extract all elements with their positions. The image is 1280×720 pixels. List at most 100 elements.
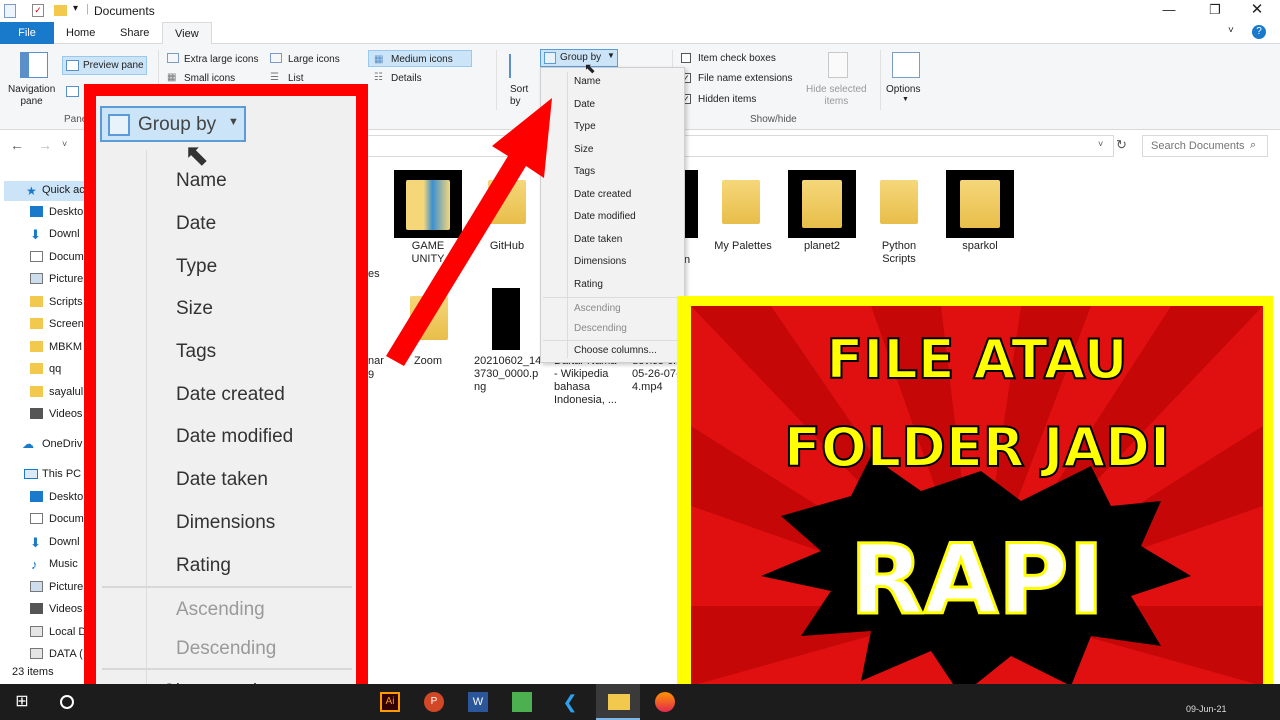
documents-icon: [30, 251, 43, 262]
options-button[interactable]: Options: [886, 84, 920, 95]
search-taskbar-icon[interactable]: [44, 684, 88, 720]
tab-home[interactable]: Home: [54, 22, 107, 44]
sidebar-item-pictures[interactable]: Picture: [49, 273, 83, 285]
file-item-thumbnail[interactable]: [946, 170, 1014, 238]
zoomed-menu-item-rating[interactable]: Rating: [176, 555, 231, 577]
quick-access-dropdown-icon[interactable]: ▾: [73, 3, 78, 14]
hide-selected-items-button[interactable]: Hide selected items: [806, 84, 867, 108]
menu-item-date[interactable]: Date: [574, 99, 595, 110]
sidebar-item-downloads[interactable]: Downl: [49, 228, 80, 240]
menu-item-tags[interactable]: Tags: [574, 166, 595, 177]
file-item-thumbnail[interactable]: [684, 170, 698, 238]
sort-by-icon: [509, 54, 531, 78]
sidebar-item-documents[interactable]: Docum: [49, 251, 84, 263]
folder-icon[interactable]: [722, 180, 760, 224]
zoomed-menu-item-date-modified[interactable]: Date modified: [176, 426, 293, 448]
ribbon-collapse-icon[interactable]: ˅: [1228, 25, 1234, 36]
zoomed-menu-item-date-taken[interactable]: Date taken: [176, 469, 268, 491]
help-icon[interactable]: ?: [1252, 25, 1266, 39]
pictures-icon: [30, 581, 43, 592]
zoomed-menu-item-tags[interactable]: Tags: [176, 341, 216, 363]
sublime-icon[interactable]: [500, 684, 544, 720]
list-option[interactable]: List: [288, 73, 304, 84]
menu-item-dimensions[interactable]: Dimensions: [574, 256, 626, 267]
zoomed-menu-item-descending[interactable]: Descending: [176, 638, 276, 660]
menu-item-size[interactable]: Size: [574, 144, 593, 155]
group-by-chevron-icon: ▼: [607, 51, 615, 60]
file-item-thumbnail[interactable]: [788, 170, 856, 238]
menu-item-date-taken[interactable]: Date taken: [574, 234, 622, 245]
zoomed-menu-item-dimensions[interactable]: Dimensions: [176, 512, 275, 534]
sidebar-item-screenshots[interactable]: Screen: [49, 318, 84, 330]
tab-share[interactable]: Share: [108, 22, 161, 44]
navigation-pane-button[interactable]: Navigation pane: [8, 84, 55, 108]
address-dropdown-icon[interactable]: ˅: [1098, 139, 1103, 149]
new-folder-icon[interactable]: [54, 5, 67, 16]
pictures-icon: [30, 273, 43, 284]
small-icons-option[interactable]: Small icons: [184, 73, 235, 84]
menu-item-rating[interactable]: Rating: [574, 279, 603, 290]
menu-item-date-created[interactable]: Date created: [574, 189, 631, 200]
sidebar-item-music[interactable]: Music: [49, 558, 78, 570]
recent-locations-icon[interactable]: ˅: [62, 139, 67, 149]
maximize-button[interactable]: ❐: [1192, 0, 1238, 22]
menu-item-descending[interactable]: Descending: [574, 323, 627, 334]
sidebar-item-pc-videos[interactable]: Videos: [49, 603, 82, 615]
firefox-icon[interactable]: [642, 684, 686, 720]
details-pane-icon[interactable]: [66, 86, 79, 97]
sidebar-item-desktop[interactable]: Deskto: [49, 206, 83, 218]
sidebar-item-pc-documents[interactable]: Docum: [49, 513, 84, 525]
download-icon: ⬇: [30, 535, 41, 550]
forward-icon[interactable]: →: [38, 137, 52, 153]
zoomed-menu-item-date-created[interactable]: Date created: [176, 384, 285, 406]
status-item-count: 23 items: [12, 666, 54, 678]
sidebar-item-data-drive[interactable]: DATA (: [49, 648, 83, 660]
sidebar-item-quick-access[interactable]: Quick ac: [42, 184, 85, 196]
file-explorer-taskbar-icon[interactable]: [596, 684, 640, 720]
sidebar-item-pc-desktop[interactable]: Deskto: [49, 491, 83, 503]
zoomed-menu-item-date[interactable]: Date: [176, 213, 216, 235]
folder-icon[interactable]: [880, 180, 918, 224]
menu-item-date-modified[interactable]: Date modified: [574, 211, 636, 222]
sidebar-item-videos[interactable]: Videos: [49, 408, 82, 420]
menu-item-type[interactable]: Type: [574, 121, 596, 132]
menu-item-ascending[interactable]: Ascending: [574, 303, 621, 314]
menu-item-choose-columns[interactable]: Choose columns...: [574, 345, 657, 356]
explorer-icon: [4, 4, 16, 18]
zoomed-menu-item-ascending[interactable]: Ascending: [176, 599, 265, 621]
sidebar-item-onedrive[interactable]: OneDriv: [42, 438, 82, 450]
tab-file[interactable]: File: [0, 22, 54, 44]
file-item-label: 9: [368, 369, 375, 381]
vscode-icon[interactable]: ❮: [548, 684, 592, 720]
navigation-pane-icon[interactable]: [20, 52, 48, 78]
medium-icons-option[interactable]: Medium icons: [391, 54, 453, 65]
menu-item-name[interactable]: Name: [574, 76, 601, 87]
illustrator-icon[interactable]: Ai: [368, 684, 412, 720]
sidebar-item-sayalul[interactable]: sayalul: [49, 386, 83, 398]
zoomed-menu-item-size[interactable]: Size: [176, 298, 213, 320]
sidebar-item-qq[interactable]: qq: [49, 363, 61, 375]
word-icon[interactable]: W: [456, 684, 500, 720]
zoomed-menu-item-type[interactable]: Type: [176, 256, 217, 278]
large-icons-option[interactable]: Large icons: [288, 54, 340, 65]
sidebar-item-pc-downloads[interactable]: Downl: [49, 536, 80, 548]
minimize-button[interactable]: —: [1146, 0, 1192, 22]
hide-selected-items-icon: [828, 52, 848, 78]
item-check-boxes-checkbox[interactable]: [681, 53, 691, 63]
properties-icon[interactable]: ✓: [32, 4, 44, 17]
powerpoint-icon[interactable]: P: [412, 684, 456, 720]
file-item-label: planet2: [803, 240, 841, 252]
tab-view[interactable]: View: [162, 22, 212, 44]
sidebar-item-scripts[interactable]: Scripts: [49, 296, 83, 308]
start-icon[interactable]: ⊞: [0, 684, 44, 720]
sidebar-item-mbkm[interactable]: MBKM: [49, 341, 82, 353]
refresh-icon[interactable]: ↻: [1116, 137, 1127, 153]
zoomed-menu-item-name[interactable]: Name: [176, 170, 227, 192]
sidebar-item-pc-pictures[interactable]: Picture: [49, 581, 83, 593]
sidebar-item-local-disk[interactable]: Local D: [49, 626, 86, 638]
details-option[interactable]: Details: [391, 73, 422, 84]
sidebar-item-this-pc[interactable]: This PC: [42, 468, 81, 480]
back-icon[interactable]: ←: [10, 137, 24, 153]
extra-large-icons-option[interactable]: Extra large icons: [184, 54, 258, 65]
close-button[interactable]: ✕: [1234, 0, 1280, 22]
